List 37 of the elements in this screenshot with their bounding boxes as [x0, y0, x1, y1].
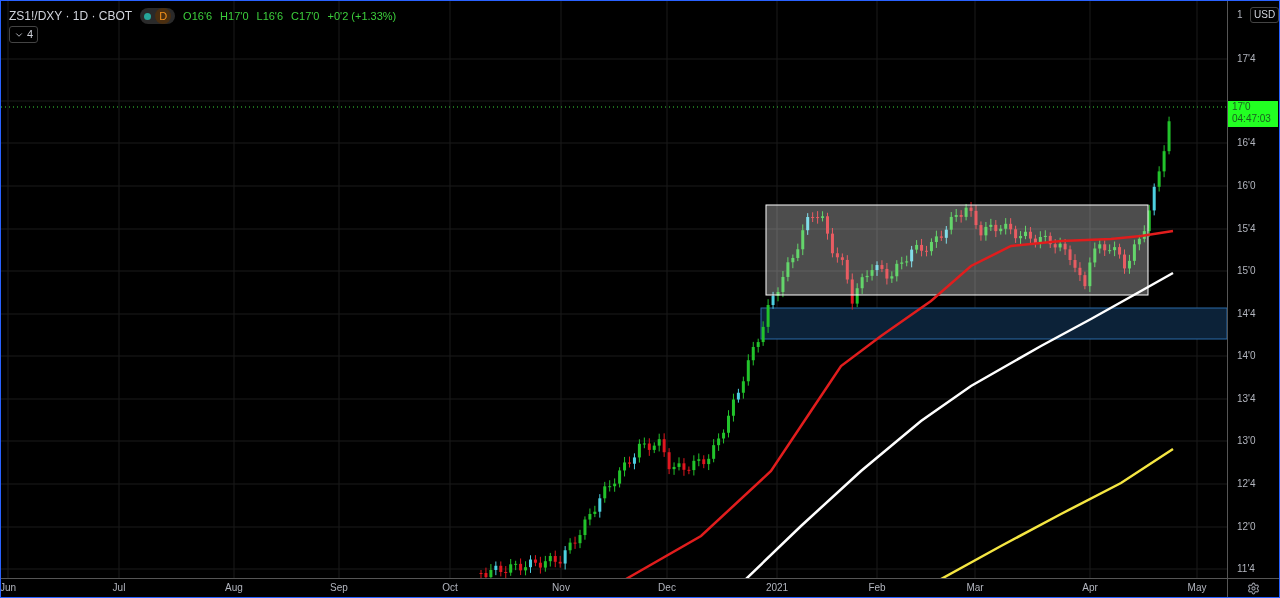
bar-countdown: 04:47:03	[1232, 113, 1272, 125]
time-axis-label: Mar	[966, 582, 984, 594]
time-axis-label: Apr	[1082, 582, 1098, 594]
ohlc-value: H17'0	[220, 8, 249, 24]
price-axis-label: 14'4	[1237, 308, 1256, 320]
time-axis-label: Feb	[868, 582, 886, 594]
time-axis-label: Jun	[1, 582, 17, 594]
price-axis-label: 14'0	[1237, 350, 1256, 362]
ohlc-value: C17'0	[291, 8, 320, 24]
current-price: 17'0	[1232, 101, 1252, 113]
price-axis-label: 12'4	[1237, 478, 1256, 490]
price-axis-label: 16'4	[1237, 137, 1256, 149]
time-axis-label: Jul	[112, 582, 126, 594]
price-axis-label: 16'0	[1237, 180, 1256, 192]
price-axis-label: 13'4	[1237, 393, 1256, 405]
time-axis-label: Oct	[442, 582, 458, 594]
indicators-toggle[interactable]: 4	[9, 26, 39, 43]
ohlc-value: +0'2 (+1.33%)	[327, 8, 397, 24]
price-axis-label: 17'4	[1237, 53, 1256, 65]
price-axis-label: 15'4	[1237, 223, 1256, 235]
time-axis-label: Dec	[658, 582, 676, 594]
ohlc-value: O16'6	[183, 8, 213, 24]
price-axis-label: 13'0	[1237, 435, 1256, 447]
time-axis-label: Aug	[225, 582, 243, 594]
time-axis-label: Sep	[330, 582, 348, 594]
time-axis-label: 2021	[765, 582, 789, 594]
price-axis-label: 11'4	[1237, 563, 1255, 575]
time-axis-label: Nov	[552, 582, 570, 594]
price-axis-label: 15'0	[1237, 265, 1256, 277]
price-axis-label: 12'0	[1237, 521, 1256, 533]
settings-icon[interactable]	[1247, 581, 1260, 595]
ohlc-value: L16'6	[256, 8, 284, 24]
time-axis-label: May	[1187, 582, 1207, 594]
price-axis-label: 1	[1237, 9, 1243, 21]
symbol-title: ZS1!/DXY · 1D · CBOT	[9, 8, 133, 25]
currency-badge: USD	[1250, 7, 1279, 23]
status-badge: D	[155, 8, 172, 24]
